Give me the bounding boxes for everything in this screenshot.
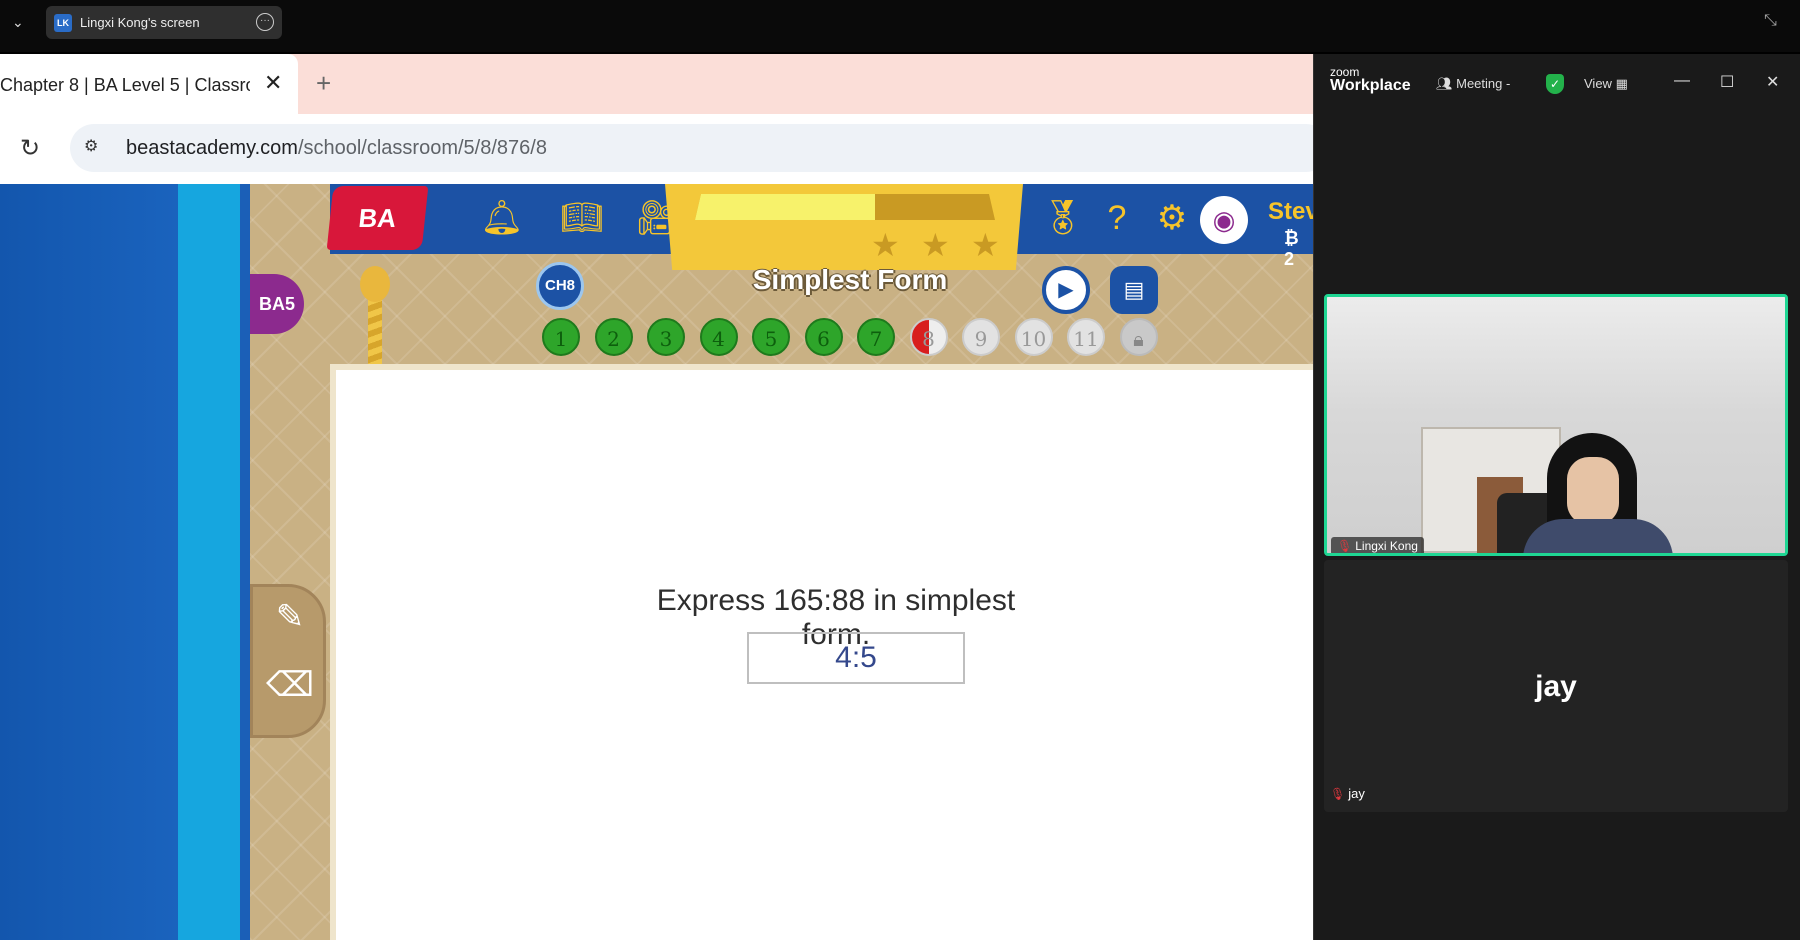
- video-tile-lingxi[interactable]: 🎙︎ Lingxi Kong: [1324, 294, 1788, 556]
- problem-stepper: 1 2 3 4 5 6 7 8 9 10 11 🔒︎: [542, 318, 1172, 362]
- mic-muted-icon: 🎙︎: [1337, 539, 1353, 553]
- meeting-label: Meeting -: [1456, 76, 1511, 91]
- answer-value: 4:5: [835, 641, 877, 674]
- participant-face: [1567, 457, 1619, 525]
- pencil-icon[interactable]: ✎: [263, 597, 317, 647]
- participant-name: jay: [1348, 786, 1365, 801]
- view-label: View: [1584, 76, 1612, 91]
- left-background: [0, 184, 205, 940]
- sharer-avatar: LK: [54, 14, 72, 32]
- tab-active[interactable]: Chapter 8 | BA Level 5 | Classroom ✕: [0, 54, 298, 114]
- progress-fill: [695, 194, 875, 220]
- screen-share-pill[interactable]: LK Lingxi Kong's screen ···: [46, 6, 282, 39]
- chapter-progress: ★ ★ ★: [665, 184, 1023, 270]
- problem-step-2[interactable]: 2: [594, 318, 633, 356]
- meeting-menu[interactable]: 👥︎ Meeting -: [1436, 76, 1510, 92]
- close-icon[interactable]: ✕: [1766, 72, 1779, 92]
- left-stripe: [178, 184, 240, 940]
- tab-strip: Chapter 8 | BA Level 5 | Classroom ✕ +: [0, 54, 1313, 114]
- zoom-logo-brand: Workplace: [1330, 77, 1411, 94]
- progress-bar: [695, 194, 995, 220]
- problem-step-9[interactable]: 9: [962, 318, 1000, 356]
- problem-paper: Express 165:88 in simplest form. 4:5: [330, 364, 1313, 940]
- chapter-badge[interactable]: CH8: [536, 262, 584, 310]
- participant-name: Lingxi Kong: [1355, 539, 1418, 553]
- award-icon[interactable]: 🏅︎: [1040, 196, 1084, 240]
- book-icon[interactable]: 📖︎: [560, 196, 604, 240]
- browser-toolbar: ↻ ⚙ beastacademy.com/school/classroom/5/…: [0, 114, 1313, 184]
- avatar[interactable]: ◉: [1200, 196, 1248, 244]
- problem-step-8[interactable]: 8: [909, 318, 948, 356]
- beast-academy-logo[interactable]: BA: [326, 186, 429, 250]
- participant-body: [1523, 519, 1673, 553]
- video-tile-jay[interactable]: jay 🎙︎ jay: [1324, 560, 1788, 812]
- minimize-icon[interactable]: —: [1674, 72, 1690, 90]
- participant-label: 🎙︎ jay: [1330, 786, 1365, 801]
- star-icon: ★: [921, 227, 950, 263]
- participant-label: 🎙︎ Lingxi Kong: [1331, 537, 1424, 553]
- problem-step-7[interactable]: 7: [857, 318, 895, 356]
- problem-step-5[interactable]: 5: [752, 318, 790, 356]
- address-bar[interactable]: ⚙ beastacademy.com/school/classroom/5/8/…: [70, 124, 1313, 172]
- tab-close-icon[interactable]: ✕: [264, 70, 282, 96]
- shield-icon[interactable]: ✓: [1546, 74, 1564, 94]
- browser-window: Chapter 8 | BA Level 5 | Classroom ✕ + ↻…: [0, 54, 1313, 940]
- tool-panel: ✎ ⌫: [250, 584, 326, 738]
- url-text[interactable]: beastacademy.com/school/classroom/5/8/87…: [126, 137, 547, 160]
- site-settings-icon[interactable]: ⚙: [84, 136, 110, 160]
- play-video-button[interactable]: ▶: [1042, 266, 1090, 314]
- maximize-icon[interactable]: ☐: [1720, 72, 1734, 92]
- star-icon: ★: [871, 227, 900, 263]
- problem-step-3[interactable]: 3: [647, 318, 685, 356]
- page-content: BA 🔔︎ 📖︎ 🎥︎ ★ ★ ★ 🏅︎ ? ⚙ ◉ Stev ₿ 2 BA5 …: [0, 184, 1313, 940]
- zoom-logo: zoom Workplace: [1330, 66, 1411, 94]
- view-menu[interactable]: View ▦: [1584, 76, 1628, 92]
- rope-knot: [360, 266, 390, 302]
- chevron-down-icon[interactable]: ⌄: [12, 14, 24, 31]
- guide-book-button[interactable]: ▤: [1110, 266, 1158, 314]
- url-domain: beastacademy.com: [126, 137, 298, 159]
- lesson-title: Simplest Form: [752, 264, 948, 295]
- help-icon[interactable]: ?: [1095, 196, 1139, 240]
- eraser-icon[interactable]: ⌫: [263, 665, 317, 715]
- share-title: Lingxi Kong's screen: [80, 15, 200, 30]
- reload-icon[interactable]: ↻: [20, 134, 40, 163]
- zoom-panel: zoom Workplace 👥︎ Meeting - ✓ View ▦ — ☐ …: [1313, 54, 1800, 940]
- answer-input[interactable]: 4:5: [747, 632, 965, 684]
- problem-step-11[interactable]: 11: [1067, 318, 1105, 356]
- coin-balance: ₿ 2: [1284, 228, 1299, 269]
- star-icon: ★: [971, 227, 1000, 263]
- problem-step-4[interactable]: 4: [699, 318, 738, 356]
- problem-step-6[interactable]: 6: [804, 318, 843, 356]
- problem-step-1[interactable]: 1: [542, 318, 580, 356]
- user-name[interactable]: Stev: [1268, 198, 1313, 226]
- exit-fullscreen-icon[interactable]: ⤡: [1764, 12, 1777, 30]
- more-options-icon[interactable]: ···: [256, 13, 274, 31]
- bell-icon[interactable]: 🔔︎: [480, 196, 524, 240]
- tab-title: Chapter 8 | BA Level 5 | Classroom: [0, 75, 250, 95]
- mic-muted-icon: 🎙︎: [1330, 787, 1346, 801]
- screen-share-bar: ⌄ LK Lingxi Kong's screen ··· ⤡: [0, 0, 1800, 52]
- settings-icon[interactable]: ⚙: [1150, 196, 1194, 240]
- lock-icon[interactable]: 🔒︎: [1119, 318, 1158, 356]
- problem-step-10[interactable]: 10: [1014, 318, 1053, 356]
- url-path: /school/classroom/5/8/876/8: [297, 137, 547, 159]
- new-tab-button[interactable]: +: [316, 68, 331, 99]
- participant-placeholder-name: jay: [1535, 670, 1577, 703]
